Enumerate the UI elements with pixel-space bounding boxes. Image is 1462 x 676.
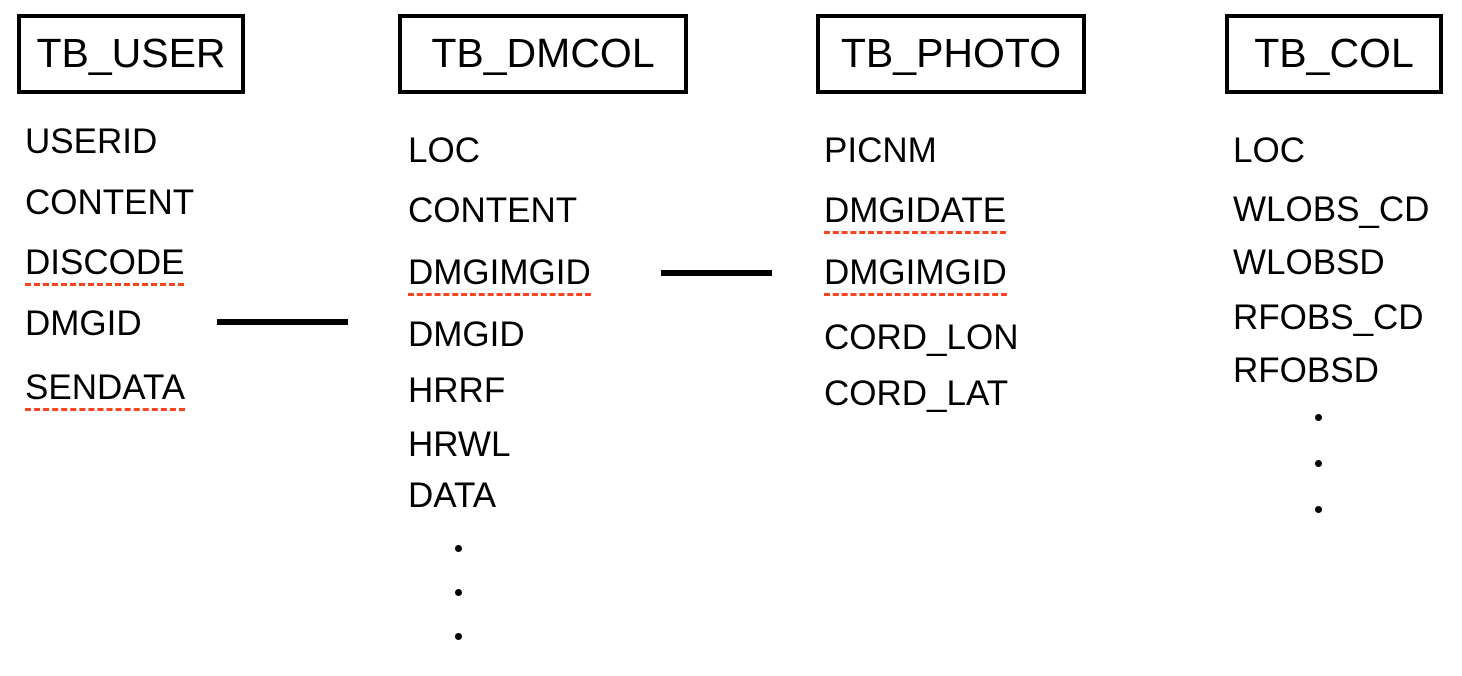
field-dmgimgid[interactable]: DMGIMGID — [408, 255, 591, 296]
field-rfobs-cd[interactable]: RFOBS_CD — [1233, 300, 1424, 335]
ellipsis-dot — [455, 633, 462, 640]
field-dmgid[interactable]: DMGID — [25, 306, 142, 341]
entity-title-box-tb-user[interactable]: TB_USER — [17, 14, 245, 94]
field-hrrf[interactable]: HRRF — [408, 373, 505, 408]
field-content[interactable]: CONTENT — [25, 185, 194, 220]
relationship-line-user-dmcol[interactable] — [217, 319, 348, 325]
field-wlobs-cd[interactable]: WLOBS_CD — [1233, 192, 1429, 227]
field-wlobsd[interactable]: WLOBSD — [1233, 245, 1385, 280]
field-data[interactable]: DATA — [408, 478, 496, 513]
field-loc[interactable]: LOC — [1233, 133, 1305, 168]
field-cord-lon[interactable]: CORD_LON — [824, 320, 1018, 355]
entity-title-tb-dmcol: TB_DMCOL — [431, 29, 655, 76]
entity-title-box-tb-photo[interactable]: TB_PHOTO — [816, 14, 1086, 94]
field-sendata[interactable]: SENDATA — [25, 370, 186, 411]
entity-title-tb-col: TB_COL — [1254, 29, 1414, 76]
ellipsis-dot — [1315, 506, 1322, 513]
relationship-line-dmcol-photo[interactable] — [661, 270, 772, 276]
field-discode[interactable]: DISCODE — [25, 245, 185, 286]
entity-title-tb-user: TB_USER — [36, 29, 226, 76]
ellipsis-dot — [1315, 414, 1322, 421]
field-dmgidate[interactable]: DMGIDATE — [824, 193, 1007, 234]
field-dmgimgid[interactable]: DMGIMGID — [824, 255, 1007, 296]
field-cord-lat[interactable]: CORD_LAT — [824, 376, 1008, 411]
entity-title-box-tb-col[interactable]: TB_COL — [1225, 14, 1443, 94]
field-content[interactable]: CONTENT — [408, 193, 577, 228]
field-picnm[interactable]: PICNM — [824, 133, 937, 168]
ellipsis-dot — [455, 589, 462, 596]
field-userid[interactable]: USERID — [25, 124, 157, 159]
field-hrwl[interactable]: HRWL — [408, 427, 510, 462]
ellipsis-dot — [455, 545, 462, 552]
diagram-canvas: TB_USER USERID CONTENT DISCODE DMGID SEN… — [0, 0, 1462, 676]
field-dmgid[interactable]: DMGID — [408, 317, 525, 352]
field-rfobsd[interactable]: RFOBSD — [1233, 353, 1379, 388]
entity-title-box-tb-dmcol[interactable]: TB_DMCOL — [398, 14, 688, 94]
ellipsis-dot — [1315, 460, 1322, 467]
entity-title-tb-photo: TB_PHOTO — [840, 29, 1062, 76]
field-loc[interactable]: LOC — [408, 133, 480, 168]
